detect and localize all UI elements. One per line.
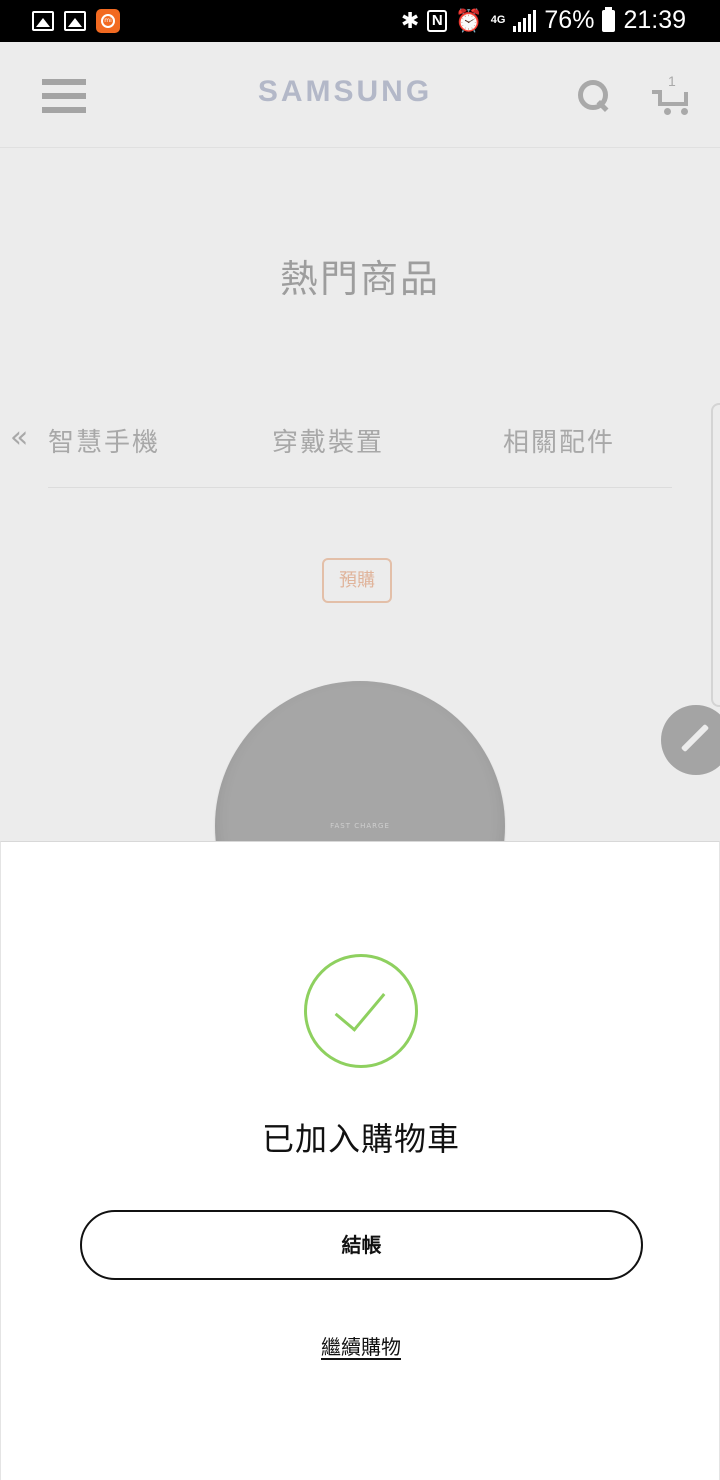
continue-shopping-link[interactable]: 繼續購物 <box>1 1331 720 1360</box>
added-to-cart-sheet: 已加入購物車 結帳 繼續購物 <box>0 841 720 1480</box>
status-notifications: mi <box>32 9 120 33</box>
pen-icon[interactable] <box>661 705 720 775</box>
success-check-icon <box>304 954 418 1068</box>
edge-panel-handle[interactable] <box>711 403 720 707</box>
bluetooth-icon: ✱ <box>400 7 420 33</box>
menu-icon[interactable] <box>42 79 86 113</box>
preorder-badge: 預購 <box>322 558 392 603</box>
tabs-divider <box>48 487 672 488</box>
tab-wearables[interactable]: 穿戴裝置 <box>272 422 384 459</box>
tab-accessories[interactable]: 相關配件 <box>503 422 615 459</box>
status-bar: mi ✱ N ⏰ 4G 76% 21:39 <box>0 0 720 42</box>
added-to-cart-title: 已加入購物車 <box>261 1120 460 1158</box>
cart-count-badge: 1 <box>668 73 676 89</box>
search-icon[interactable] <box>578 80 610 112</box>
clock: 21:39 <box>623 6 686 34</box>
samsung-logo[interactable]: SAMSUNG <box>225 75 465 109</box>
tabs-scroll-left-icon[interactable]: « <box>10 420 28 455</box>
status-indicators: ✱ N ⏰ 4G 76% 21:39 <box>401 6 686 35</box>
section-title: 熱門商品 <box>279 257 440 301</box>
battery-icon <box>602 6 616 32</box>
signal-icon <box>513 9 537 32</box>
continue-shopping-label[interactable]: 繼續購物 <box>321 1335 401 1359</box>
network-type-icon: 4G <box>490 14 506 26</box>
product-print: FAST CHARGE <box>330 822 390 830</box>
site-header: SAMSUNG 1 <box>0 42 720 148</box>
alarm-icon: ⏰ <box>455 7 483 33</box>
nfc-icon: N <box>427 9 448 32</box>
checkout-button[interactable]: 結帳 <box>80 1210 643 1280</box>
image-notification-icon <box>32 11 54 31</box>
battery-percent: 76% <box>544 6 595 34</box>
mi-app-icon: mi <box>96 9 120 33</box>
image-notification-icon <box>64 11 86 31</box>
tab-smartphones[interactable]: 智慧手機 <box>48 422 160 459</box>
